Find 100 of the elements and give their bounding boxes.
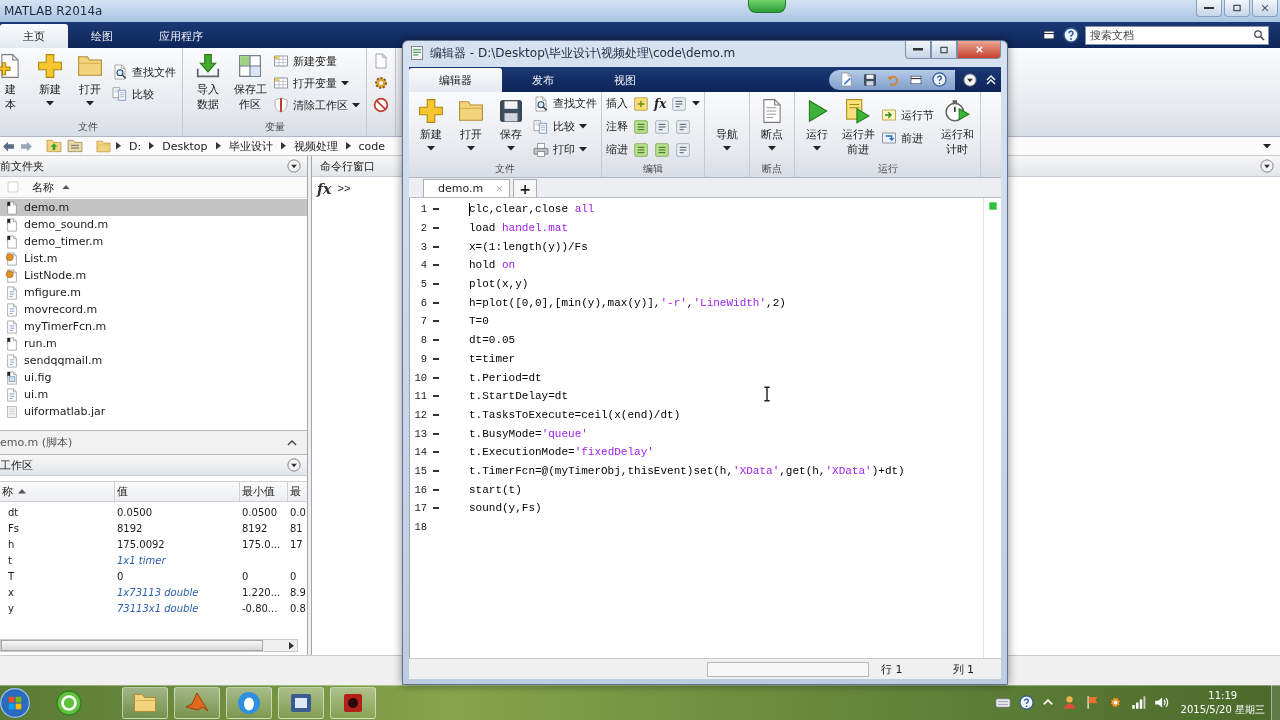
file-item[interactable]: List.m (0, 250, 307, 267)
gear-icon[interactable] (1107, 695, 1123, 710)
ribbon-button[interactable]: 保存 (493, 92, 529, 151)
search-icon[interactable] (1253, 29, 1265, 41)
close-button[interactable] (957, 41, 1001, 59)
ribbon-tab[interactable]: 主页 (0, 24, 68, 48)
ribbon-tab[interactable]: 应用程序 (136, 24, 226, 48)
ribbon-button[interactable]: 导入数据 (189, 48, 227, 112)
back-arrow-icon[interactable] (2, 139, 15, 153)
column-header[interactable]: 名称 (26, 179, 56, 195)
file-item[interactable]: ui.m (0, 386, 307, 403)
ribbon-button[interactable]: 前进 (881, 126, 935, 150)
new-tab-button[interactable]: + (513, 179, 538, 197)
maximize-button[interactable] (1224, 0, 1250, 17)
network-icon[interactable] (1130, 695, 1146, 710)
circle-caret-icon[interactable] (963, 72, 977, 87)
minimize-button[interactable] (1196, 0, 1222, 17)
maximize-button[interactable] (931, 41, 957, 59)
ribbon-tab[interactable]: 视图 (584, 68, 666, 92)
folder-browse-icon[interactable] (67, 138, 83, 154)
ribbon-button[interactable]: 注释 (606, 115, 628, 138)
circle-caret-icon[interactable] (1260, 159, 1274, 173)
help-icon[interactable] (1063, 27, 1079, 43)
list-square-icon[interactable] (654, 118, 670, 135)
ring-icon[interactable] (56, 689, 82, 716)
scrollbar-thumb[interactable] (1, 640, 263, 651)
folder-up-icon[interactable] (46, 138, 62, 154)
ribbon-button[interactable]: 保存工作区 (231, 48, 269, 112)
keyboard-icon[interactable] (994, 697, 1011, 708)
file-item[interactable]: demo.m (0, 199, 307, 216)
path-segment[interactable]: code (355, 139, 389, 153)
file-item[interactable]: sendqqmail.m (0, 352, 307, 369)
ribbon-button[interactable]: 打印 (533, 138, 597, 161)
column-header[interactable]: 值 (115, 482, 240, 501)
file-item[interactable]: ui.fig (0, 369, 307, 386)
flag-icon[interactable] (1084, 695, 1100, 710)
path-segment[interactable]: Desktop (159, 139, 211, 153)
help-icon[interactable] (932, 72, 947, 87)
help-icon[interactable] (1018, 695, 1034, 710)
ribbon-button[interactable]: 清除工作区 (273, 94, 360, 116)
ribbon-button[interactable]: 插入 (606, 92, 628, 115)
document-tab[interactable]: demo.m (423, 179, 511, 197)
ribbon-button[interactable]: 缩进 (606, 138, 628, 161)
list-square-icon[interactable] (633, 141, 649, 158)
caret-icon[interactable] (1263, 143, 1271, 149)
list-square-icon[interactable] (675, 141, 691, 158)
function-button[interactable]: fx (654, 96, 667, 111)
file-item[interactable]: demo_timer.m (0, 233, 307, 250)
minimize-button[interactable] (905, 41, 931, 59)
window-icon[interactable] (1042, 28, 1056, 42)
file-item[interactable]: movrecord.m (0, 301, 307, 318)
ribbon-tab[interactable]: 绘图 (68, 24, 136, 48)
caret-icon[interactable] (692, 101, 701, 106)
file-item[interactable]: uiformatlab.jar (0, 403, 307, 420)
save-icon[interactable] (863, 72, 877, 87)
ribbon-tab[interactable]: 编辑器 (409, 68, 502, 92)
scrollbar[interactable] (0, 639, 298, 652)
ribbon-button[interactable]: 断点 (754, 92, 791, 151)
ribbon-button[interactable]: 打开 (72, 48, 108, 106)
ribbon-button[interactable]: 查找文件 (533, 92, 597, 115)
list-square-icon[interactable] (671, 95, 688, 112)
triangle-right-icon[interactable] (289, 641, 294, 650)
list-square-icon[interactable] (675, 118, 691, 135)
column-header[interactable]: 最 (288, 482, 308, 501)
function-browser-button[interactable]: fx (317, 181, 332, 197)
file-item[interactable]: demo_sound.m (0, 216, 307, 233)
chevron-up-icon[interactable] (287, 439, 297, 446)
path-segment[interactable]: 毕业设计 (225, 138, 276, 154)
ribbon-button[interactable]: 运行 (799, 92, 836, 151)
ribbon-button[interactable]: 新建 (32, 48, 68, 106)
ribbon-button[interactable]: 运行节 (881, 103, 935, 127)
ribbon-button[interactable]: 比较 (112, 83, 176, 105)
ribbon-button[interactable]: 导航 (709, 92, 746, 151)
ribbon-button[interactable]: 新建变量 (273, 50, 360, 72)
file-item[interactable]: ListNode.m (0, 267, 307, 284)
ribbon-button[interactable]: 打开 (453, 92, 489, 151)
plus-square-icon[interactable] (633, 95, 649, 112)
ribbon-button[interactable]: 建本 (0, 48, 28, 112)
ribbon-button[interactable]: 新建 (413, 92, 449, 151)
ribbon-button[interactable]: 运行和计时 (938, 92, 977, 157)
close-icon[interactable] (495, 184, 505, 193)
person-icon[interactable] (1061, 695, 1077, 710)
list-square-icon[interactable] (654, 141, 670, 158)
document-pen-icon[interactable] (839, 72, 854, 87)
ribbon-tab[interactable]: 发布 (502, 68, 584, 92)
file-item[interactable]: run.m (0, 335, 307, 352)
ribbon-button[interactable]: 运行并前进 (839, 92, 878, 157)
circle-caret-icon[interactable] (287, 458, 301, 472)
speaker-icon[interactable] (1153, 695, 1169, 710)
path-segment[interactable]: D: (126, 139, 145, 153)
ribbon-button[interactable]: 查找文件 (112, 61, 176, 83)
expand-icon[interactable] (985, 73, 997, 86)
ribbon-button[interactable]: 打开变量 (273, 72, 360, 94)
ribbon-button[interactable]: 比较 (533, 115, 597, 138)
path-segment[interactable]: 视频处理 (290, 138, 341, 154)
taskbar-button[interactable] (330, 686, 376, 719)
list-square-icon[interactable] (633, 118, 649, 135)
file-item[interactable]: mfigure.m (0, 284, 307, 301)
column-header[interactable]: 最小值 (240, 482, 288, 501)
column-header[interactable]: 称 (0, 482, 115, 501)
